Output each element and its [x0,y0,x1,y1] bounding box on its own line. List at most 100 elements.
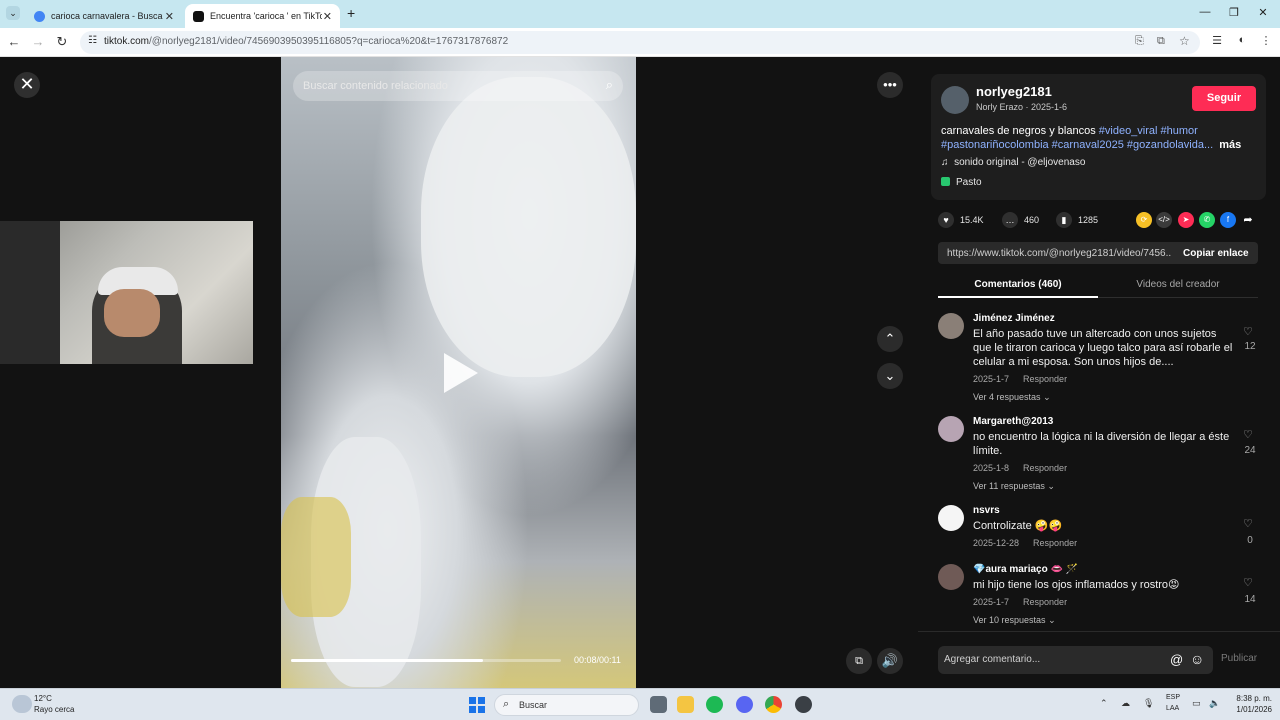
tab-list-chevron-icon[interactable]: ⌄ [6,6,20,20]
emoji-icon[interactable]: ☺ [1190,651,1204,667]
share-arrow-icon[interactable]: ➦ [1240,212,1256,228]
reading-list-icon[interactable]: ☰ [1209,34,1225,47]
bookmark-icon: ▮ [1056,212,1072,228]
app-icon[interactable] [795,696,812,713]
location-link[interactable]: Pasto [941,177,982,188]
keyboard-language[interactable]: ESP [1166,694,1180,701]
forward-arrow-icon[interactable]: → [30,34,46,49]
restore-icon[interactable]: ❐ [1225,6,1243,19]
profile-icon[interactable]: ◐ [1234,34,1250,46]
comment-text: mi hijo tiene los ojos inflamados y rost… [973,579,1180,591]
publish-button[interactable]: Publicar [1221,653,1257,664]
install-app-icon[interactable]: ⧉ [1157,35,1165,48]
facebook-icon[interactable]: f [1220,212,1236,228]
post-caption: carnavales de negros y blancos #video_vi… [941,124,1259,152]
reply-button[interactable]: Responder [1023,463,1067,473]
whatsapp-icon[interactable]: ✆ [1199,212,1215,228]
browser-tab-tiktok[interactable]: Encuentra 'carioca ' en TikTok | ✕ [185,4,340,28]
close-video-button[interactable]: ✕ [14,72,40,98]
close-tab-icon[interactable]: ✕ [165,10,174,23]
floating-player-icon[interactable]: ⧉ [846,648,872,674]
back-arrow-icon[interactable]: ← [6,34,22,49]
music-note-icon: ♫ [941,157,949,168]
avatar[interactable] [938,505,964,531]
tab-creator-videos[interactable]: Videos del creador [1098,279,1258,290]
view-replies-link[interactable]: Ver 4 respuestas ⌄ [973,392,1051,403]
embed-icon[interactable]: </> [1156,212,1172,228]
repost-icon[interactable]: ⟳ [1136,212,1152,228]
onedrive-icon[interactable]: ☁ [1121,698,1130,709]
weather-icon[interactable] [12,695,32,713]
caption-hashtags[interactable]: #video_viral #humor [1099,125,1198,137]
discord-icon[interactable] [736,696,753,713]
comment-like-icon[interactable]: ♡ [1243,325,1253,338]
more-options-icon[interactable]: ••• [877,72,903,98]
avatar[interactable] [938,313,964,339]
view-replies-link[interactable]: Ver 11 respuestas ⌄ [973,481,1055,492]
comment-input[interactable]: Agregar comentario... @ ☺ [938,646,1213,674]
display-icon[interactable]: ▭ [1192,698,1201,709]
browser-tab-search[interactable]: carioca carnavalera - Buscar co ✕ [26,4,182,28]
volume-icon[interactable]: 🔊 [877,648,903,674]
caption-hashtags[interactable]: #pastonariñocolombia #carnaval2025 #goza… [941,139,1213,151]
view-replies-link[interactable]: Ver 10 respuestas ⌄ [973,615,1056,626]
music-label: sonido original - @eljovenaso [954,157,1086,168]
avatar[interactable] [938,416,964,442]
keyboard-layout[interactable]: LAA [1166,705,1179,712]
clock-date[interactable]: 1/01/2026 [1222,705,1272,714]
comment-button[interactable]: … 460 [1002,212,1039,228]
avatar[interactable] [941,86,969,114]
avatar[interactable] [938,564,964,590]
more-link[interactable]: más [1219,139,1241,151]
share-link-url[interactable]: https://www.tiktok.com/@norlyeg2181/vide… [947,248,1172,259]
close-tab-icon[interactable]: ✕ [323,10,332,23]
play-icon[interactable] [444,353,478,393]
new-tab-button[interactable]: + [347,5,355,21]
send-icon[interactable]: ➤ [1178,212,1194,228]
comment-author[interactable]: Jiménez Jiménez [973,313,1055,324]
reply-button[interactable]: Responder [1023,597,1067,607]
music-link[interactable]: ♫ sonido original - @eljovenaso [941,157,1085,168]
chrome-icon[interactable] [765,696,782,713]
url-text[interactable]: tiktok.com/@norlyeg2181/video/7456903950… [104,36,508,47]
like-button[interactable]: ♥ 15.4K [938,212,984,228]
translate-icon[interactable]: ⎘ [1135,35,1144,48]
tray-chevron-icon[interactable]: ⌃ [1100,698,1108,709]
video-progress-bar[interactable] [291,659,561,662]
like-count: 15.4K [960,215,984,225]
comment-author[interactable]: Margareth@2013 [973,416,1053,427]
close-window-icon[interactable]: ✕ [1254,6,1272,19]
clock-time[interactable]: 8:38 p. m. [1232,694,1272,703]
file-explorer-icon[interactable] [677,696,694,713]
copy-link-button[interactable]: Copiar enlace [1183,248,1249,259]
next-video-chevron-down-icon[interactable]: ⌄ [877,363,903,389]
address-bar[interactable]: ☷ tiktok.com/@norlyeg2181/video/74569039… [80,31,1200,54]
windows-start-icon[interactable] [469,697,485,713]
menu-kebab-icon[interactable]: ⋮ [1258,34,1274,47]
comment-like-icon[interactable]: ♡ [1243,517,1253,530]
search-icon[interactable]: ⌕ [606,77,613,93]
save-button[interactable]: ▮ 1285 [1056,212,1098,228]
taskbar-search[interactable]: ⌕ Buscar [494,694,639,716]
tab-comments[interactable]: Comentarios (460) [938,279,1098,298]
username[interactable]: norlyeg2181 [976,84,1052,99]
related-search-input[interactable]: Buscar contenido relacionado ⌕ [293,71,623,101]
reload-icon[interactable]: ↻ [54,34,70,50]
reply-button[interactable]: Responder [1033,538,1077,548]
speaker-icon[interactable]: 🔈 [1209,698,1220,709]
comment-like-icon[interactable]: ♡ [1243,428,1253,441]
reply-button[interactable]: Responder [1023,374,1067,384]
follow-button[interactable]: Seguir [1192,86,1256,111]
bookmark-star-icon[interactable]: ☆ [1179,34,1190,48]
microphone-icon[interactable]: 🎙 [1143,698,1154,709]
comment-like-icon[interactable]: ♡ [1243,576,1253,589]
mention-icon[interactable]: @ [1170,652,1183,667]
video-player[interactable]: Buscar contenido relacionado ⌕ 00:08/00:… [281,57,636,688]
comment-author[interactable]: 💎aura mariaço 👄 🪄 [973,564,1078,575]
site-info-icon[interactable]: ☷ [88,35,97,46]
task-view-icon[interactable] [650,696,667,713]
minimize-icon[interactable]: — [1196,6,1214,18]
spotify-icon[interactable] [706,696,723,713]
previous-video-chevron-up-icon[interactable]: ⌃ [877,326,903,352]
comment-author[interactable]: nsvrs [973,505,1000,516]
